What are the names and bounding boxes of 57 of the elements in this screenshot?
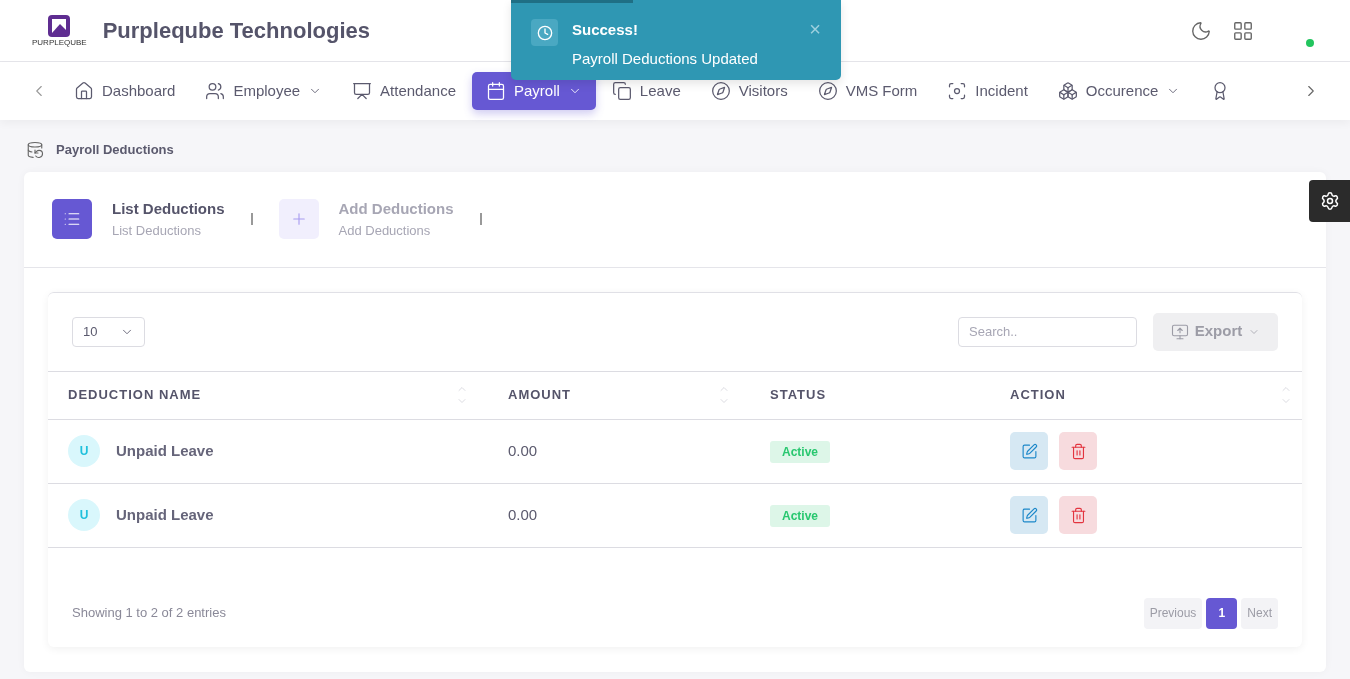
boxes-icon xyxy=(1057,81,1078,101)
list-icon xyxy=(63,210,81,228)
compass-icon xyxy=(817,81,838,101)
nav-item[interactable]: Occurence xyxy=(1043,72,1195,110)
settings-icon xyxy=(1319,191,1340,211)
monitor-share-icon xyxy=(1170,322,1189,341)
trash-icon xyxy=(1069,506,1087,524)
toast-message: Payroll Deductions Updated xyxy=(572,48,758,69)
apps-grid-icon[interactable] xyxy=(1232,19,1254,42)
status-badge: Active xyxy=(770,441,831,463)
users-icon xyxy=(205,81,226,101)
nav-item[interactable]: VMS Form xyxy=(803,72,932,110)
nav-item[interactable]: Dashboard xyxy=(60,72,190,110)
nav-item[interactable]: Visitors xyxy=(696,72,802,110)
edit-icon xyxy=(1020,442,1038,460)
deduction-name: Unpaid Leave xyxy=(116,440,214,461)
company-name: Purpleqube Technologies xyxy=(102,17,370,45)
monitor-icon xyxy=(352,81,373,101)
settings-tab[interactable] xyxy=(1309,180,1350,222)
compass-icon xyxy=(710,81,731,101)
logo-icon xyxy=(47,13,72,38)
trash-icon xyxy=(1069,442,1087,460)
clock-icon xyxy=(536,24,553,41)
nav-item[interactable]: Employee xyxy=(191,72,337,110)
status-badge: Active xyxy=(770,505,831,527)
avatar: U xyxy=(68,499,100,531)
column-header[interactable]: STATUS xyxy=(770,385,827,405)
nav-item[interactable]: Leave xyxy=(597,72,695,110)
copy-icon xyxy=(611,81,632,101)
focus-icon xyxy=(947,81,968,101)
dark-mode-icon[interactable] xyxy=(1190,19,1212,42)
search-field[interactable]: Search.. xyxy=(958,316,1137,347)
amount: 0.00 xyxy=(508,442,538,459)
calendar-icon xyxy=(486,81,506,101)
delete-button[interactable] xyxy=(1059,432,1097,470)
database-icon xyxy=(26,140,44,159)
page-button[interactable]: 1 xyxy=(1206,597,1238,629)
nav-item[interactable]: Incident xyxy=(933,72,1042,110)
delete-button[interactable] xyxy=(1059,496,1097,534)
company-logo[interactable]: PURPLEQUBE xyxy=(30,9,89,52)
column-header[interactable]: AMOUNT xyxy=(508,385,572,405)
logo-text: PURPLEQUBE xyxy=(32,37,87,48)
nav-item[interactable]: Attendance xyxy=(338,72,470,110)
edit-button[interactable] xyxy=(1010,496,1048,534)
amount: 0.00 xyxy=(508,506,538,523)
column-header[interactable]: DEDUCTION NAME xyxy=(68,385,202,405)
avatar: U xyxy=(68,435,100,467)
step-tab[interactable]: List Deductions List Deductions xyxy=(52,198,225,240)
page-size-select[interactable]: 10 xyxy=(72,316,145,347)
column-header[interactable]: ACTION xyxy=(1010,385,1066,405)
edit-button[interactable] xyxy=(1010,432,1048,470)
edit-icon xyxy=(1020,506,1038,524)
entries-summary: Showing 1 to 2 of 2 entries xyxy=(72,604,226,623)
deduction-name: Unpaid Leave xyxy=(116,504,214,525)
breadcrumb: Payroll Deductions xyxy=(56,141,174,159)
toast-title: Success! xyxy=(572,20,639,40)
home-icon xyxy=(74,81,94,101)
